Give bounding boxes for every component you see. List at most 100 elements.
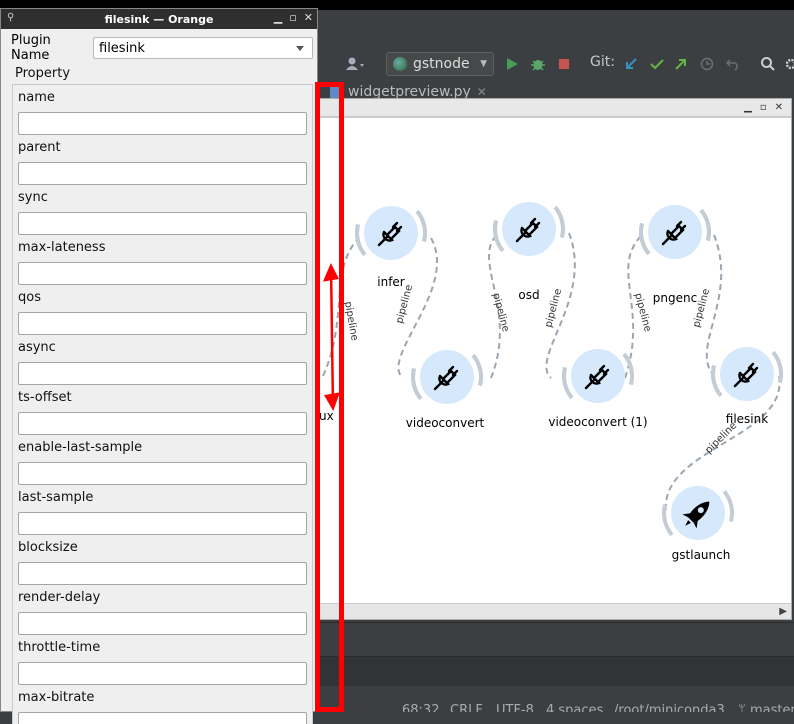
plugin-name-label: Plugin Name [11, 33, 51, 63]
indent-setting[interactable]: 4 spaces [546, 703, 603, 712]
file-encoding[interactable]: UTF-8 [496, 703, 534, 712]
app-icon: ⚲ [7, 12, 15, 23]
debug-icon[interactable] [528, 52, 548, 76]
property-input[interactable] [18, 312, 307, 335]
annotation-highlight-box [315, 82, 344, 712]
property-name: name [18, 89, 307, 135]
window-title: filesink — Orange [104, 12, 214, 26]
node-label: videoconvert (1) [548, 415, 647, 429]
property-label: qos [18, 290, 41, 305]
canvas-titlebar: ▁ ▫ ✕ [319, 99, 791, 117]
chevron-down-icon [296, 45, 304, 51]
property-label: blocksize [18, 540, 78, 555]
property-label: parent [18, 140, 61, 155]
interpreter[interactable]: /root/miniconda3 [614, 703, 725, 712]
git-push-icon[interactable] [672, 52, 690, 76]
property-input[interactable] [18, 362, 307, 385]
property-input[interactable] [18, 662, 307, 685]
node-filesink[interactable]: filesink [699, 326, 791, 426]
stop-icon[interactable] [554, 52, 574, 76]
property-label: sync [18, 190, 48, 205]
property-max-bitrate: max-bitrate [18, 689, 307, 724]
minimize-icon[interactable]: ▁ [274, 11, 282, 24]
plugin-name-select[interactable]: filesink [93, 37, 313, 59]
property-async: async [18, 339, 307, 385]
git-commit-icon[interactable] [648, 52, 666, 76]
line-separator[interactable]: CRLF [450, 703, 483, 712]
node-gstlaunch[interactable]: gstlaunch [650, 465, 746, 562]
canvas-window: ▁ ▫ ✕ pipeline pipeline pipeline pipelin… [318, 98, 792, 620]
property-input[interactable] [18, 712, 307, 724]
workflow-graph: pipeline pipeline pipeline pipeline pipe… [319, 181, 791, 562]
history-icon[interactable] [698, 52, 716, 76]
property-render-delay: render-delay [18, 589, 307, 635]
link-label: pipeline [490, 292, 511, 333]
run-icon[interactable] [502, 52, 522, 76]
run-config-label: gstnode [413, 56, 470, 72]
ide-tool-window-strip [318, 656, 794, 686]
search-icon[interactable] [758, 52, 778, 76]
python-icon [393, 57, 407, 71]
git-update-icon[interactable] [622, 52, 640, 76]
property-input[interactable] [18, 112, 307, 135]
window-titlebar[interactable]: ⚲ filesink — Orange ▁ ▫ ✕ [1, 9, 317, 29]
property-input[interactable] [18, 512, 307, 535]
link-label: pipeline [632, 292, 653, 333]
close-icon[interactable]: ✕ [477, 85, 487, 99]
git-label: Git: [590, 54, 615, 70]
property-enable-last-sample: enable-last-sample [18, 439, 307, 485]
property-label: throttle-time [18, 640, 101, 655]
run-config-select[interactable]: gstnode ▼ [386, 52, 494, 76]
property-group: name parent sync max-lateness qos async … [12, 84, 313, 724]
node-videoconvert[interactable]: videoconvert [399, 329, 495, 430]
node-label: infer [377, 275, 405, 289]
node-label: pngenc [653, 291, 697, 305]
property-label: enable-last-sample [18, 440, 143, 455]
property-label: async [18, 340, 56, 355]
horizontal-scrollbar[interactable]: ▶ [319, 603, 791, 619]
close-icon[interactable]: ✕ [775, 102, 783, 113]
link-label: pipeline [394, 284, 415, 325]
property-parent: parent [18, 139, 307, 185]
node-osd[interactable]: osd [481, 181, 577, 302]
property-label: max-lateness [18, 240, 106, 255]
minimize-icon[interactable]: ▁ [744, 102, 752, 113]
node-infer[interactable]: infer [343, 185, 439, 289]
branch-name: master [749, 703, 794, 712]
revert-icon[interactable] [724, 52, 742, 76]
property-input[interactable] [18, 612, 307, 635]
close-icon[interactable]: ✕ [304, 11, 313, 24]
property-last-sample: last-sample [18, 489, 307, 535]
branch-indicator[interactable]: ᛘ master [738, 703, 794, 712]
property-input[interactable] [18, 562, 307, 585]
plugin-name-value: filesink [99, 40, 145, 56]
status-bar: 68:32 CRLF UTF-8 4 spaces /root/minicond… [318, 686, 794, 712]
node-label: gstlaunch [672, 548, 731, 562]
chevron-down-icon: ▼ [480, 59, 487, 69]
user-icon[interactable] [342, 52, 368, 76]
property-input[interactable] [18, 162, 307, 185]
property-label: render-delay [18, 590, 101, 605]
plugin-name-row: Plugin Name filesink [11, 33, 313, 63]
property-label: name [18, 90, 55, 105]
ide-tool-window-bar [318, 622, 794, 656]
link-label: pipeline [342, 301, 360, 342]
property-input[interactable] [18, 262, 307, 285]
gear-icon[interactable] [784, 52, 794, 76]
maximize-icon[interactable]: ▫ [289, 11, 296, 24]
cursor-position[interactable]: 68:32 [402, 703, 439, 712]
scroll-right-icon[interactable]: ▶ [779, 606, 787, 617]
property-label: ts-offset [18, 390, 72, 405]
property-input[interactable] [18, 462, 307, 485]
node-pngenc[interactable]: pngenc [627, 184, 723, 305]
property-input[interactable] [18, 212, 307, 235]
property-ts-offset: ts-offset [18, 389, 307, 435]
workflow-canvas[interactable]: pipeline pipeline pipeline pipeline pipe… [319, 117, 791, 603]
ide-toolbar: gstnode ▼ Git: [318, 48, 794, 80]
property-input[interactable] [18, 412, 307, 435]
property-sync: sync [18, 189, 307, 235]
maximize-icon[interactable]: ▫ [760, 102, 767, 113]
node-label: osd [518, 288, 539, 302]
property-label: max-bitrate [18, 690, 95, 705]
property-throttle-time: throttle-time [18, 639, 307, 685]
